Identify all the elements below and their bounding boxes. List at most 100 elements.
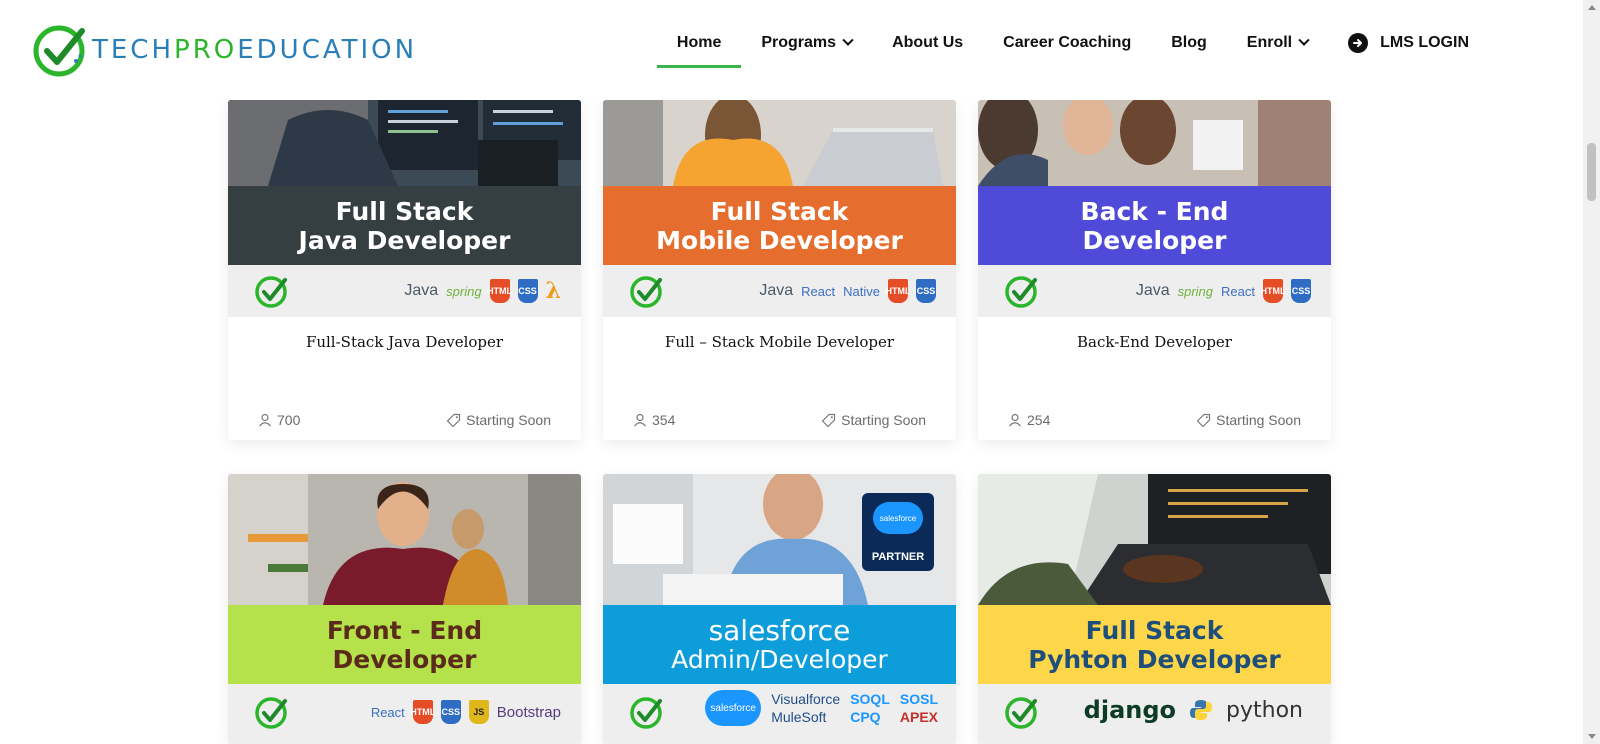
course-card-salesforce[interactable]: salesforce PARTNER salesforce Admin/Deve… (603, 474, 956, 744)
banner-line2: Mobile Developer (656, 225, 903, 255)
spring-icon: spring (446, 283, 482, 299)
salesforce-icon: salesforce (705, 690, 762, 726)
enrolled-count: 354 (633, 412, 675, 428)
html5-icon: HTML (410, 700, 435, 724)
course-card-mobile[interactable]: Full Stack Mobile Developer Java React N… (603, 100, 956, 440)
course-image: Front - End Developer React HTML CSS JS … (228, 474, 581, 744)
course-card-python[interactable]: Full Stack Pyhton Developer django pytho… (978, 474, 1331, 744)
card-body: Full – Stack Mobile Developer 354 Starti… (603, 333, 956, 428)
banner-line1: Full Stack (710, 196, 849, 226)
tech-strip: Java React Native HTML CSS (603, 265, 956, 317)
enrolled-count: 700 (258, 412, 300, 428)
logo-text-pro: PRO (174, 35, 238, 65)
course-title[interactable]: Full – Stack Mobile Developer (603, 333, 956, 353)
course-banner: Front - End Developer (228, 605, 581, 684)
html5-icon: HTML (1261, 279, 1286, 303)
tech-list: Java spring React HTML CSS (1136, 279, 1311, 303)
check-logo-icon (1005, 276, 1037, 308)
banner-line2: Developer (332, 644, 477, 674)
nav-item-home[interactable]: Home (656, 26, 742, 68)
course-photo (978, 100, 1331, 186)
css3-icon: CSS (440, 700, 461, 724)
nav-item-about-us[interactable]: About Us (872, 26, 983, 60)
scroll-thumb[interactable] (1587, 143, 1596, 201)
java-icon: Java (404, 282, 439, 299)
html5-icon: HTML (487, 279, 512, 303)
course-banner: Full Stack Mobile Developer (603, 186, 956, 265)
sosl-label: SOSL (899, 691, 938, 707)
user-icon (259, 413, 271, 427)
lms-login-label: LMS LOGIN (1380, 34, 1469, 51)
course-banner: Full Stack Java Developer (228, 186, 581, 265)
soql-label: SOQL (850, 691, 890, 707)
nav-item-programs[interactable]: Programs (741, 26, 872, 60)
banner-line1: Full Stack (1085, 615, 1224, 645)
scroll-down-arrow-icon[interactable] (1588, 734, 1596, 739)
banner-line1: salesforce (708, 613, 851, 647)
course-card-backend[interactable]: Back - End Developer Java spring React H… (978, 100, 1331, 440)
course-photo (603, 100, 956, 186)
students-value: 354 (652, 412, 676, 428)
css3-icon: CSS (1291, 279, 1311, 303)
salesforce-cloud-icon: salesforce (873, 502, 923, 534)
banner-line1: Full Stack (335, 196, 474, 226)
course-status: Starting Soon (821, 412, 926, 428)
page-scrollbar[interactable] (1583, 0, 1600, 744)
tech-list: Java React Native HTML CSS (759, 279, 936, 303)
salesforce-languages: SOQL CPQ (850, 690, 890, 726)
logo-text-tech: TECH (92, 35, 175, 65)
enrolled-count: 254 (1008, 412, 1050, 428)
check-logo-icon (255, 697, 287, 729)
banner-line2: Java Developer (298, 225, 511, 255)
python-label: python (1226, 697, 1303, 723)
logo-wordmark: TECHPROEDUCATION (92, 37, 417, 63)
react-native-icon: Native (843, 283, 880, 299)
salesforce-languages-2: SOSL APEX (900, 690, 938, 726)
course-title[interactable]: Back-End Developer (978, 333, 1331, 353)
banner-line2: Pyhton Developer (1028, 644, 1281, 674)
mulesoft-label: MuleSoft (771, 709, 827, 725)
students-value: 254 (1027, 412, 1051, 428)
tech-strip: Java spring React HTML CSS (978, 265, 1331, 317)
nav-label: Career Coaching (1003, 34, 1132, 51)
tag-icon (447, 413, 461, 427)
nav-item-career-coaching[interactable]: Career Coaching (983, 26, 1151, 60)
python-logo-icon (1190, 699, 1213, 721)
arrow-circle-right-icon (1348, 33, 1369, 53)
chevron-down-icon (1298, 34, 1310, 46)
course-meta: 700 Starting Soon (258, 412, 551, 428)
partner-label: PARTNER (871, 551, 925, 563)
course-image: Full Stack Mobile Developer Java React N… (603, 100, 956, 317)
status-label: Starting Soon (466, 412, 551, 428)
course-meta: 254 Starting Soon (1008, 412, 1301, 428)
course-title[interactable]: Full-Stack Java Developer (228, 333, 581, 353)
html5-icon: HTML (886, 279, 911, 303)
lambda-icon: λ (545, 278, 561, 304)
bootstrap-icon: Bootstrap (496, 703, 561, 721)
tech-strip: React HTML CSS JS Bootstrap (228, 684, 581, 744)
course-banner: Full Stack Pyhton Developer (978, 605, 1331, 684)
check-logo-icon (1005, 697, 1037, 729)
nav-label: Enroll (1246, 34, 1293, 51)
visualforce-label: Visualforce (771, 691, 841, 707)
chevron-down-icon (842, 34, 854, 46)
course-card-frontend[interactable]: Front - End Developer React HTML CSS JS … (228, 474, 581, 744)
tech-strip: django python (978, 684, 1331, 744)
course-card-java[interactable]: Full Stack Java Developer Java spring HT… (228, 100, 581, 440)
tech-list: Java spring HTML CSS λ (404, 278, 561, 304)
course-photo (228, 100, 581, 186)
course-banner: Back - End Developer (978, 186, 1331, 265)
apex-label: APEX (899, 709, 938, 725)
site-logo[interactable]: TECHPROEDUCATION (32, 20, 417, 80)
lms-login-link[interactable]: LMS LOGIN (1328, 26, 1489, 60)
tag-icon (822, 413, 836, 427)
scroll-up-arrow-icon[interactable] (1588, 5, 1596, 10)
tech-strip: salesforce Visualforce MuleSoft SOQL CPQ… (603, 684, 956, 744)
tech-list: django python (1084, 696, 1303, 724)
course-meta: 354 Starting Soon (633, 412, 926, 428)
nav-item-enroll[interactable]: Enroll (1227, 26, 1328, 60)
check-logo-icon (255, 276, 287, 308)
nav-label: Home (676, 34, 722, 51)
nav-item-blog[interactable]: Blog (1151, 26, 1227, 60)
course-photo (978, 474, 1331, 605)
